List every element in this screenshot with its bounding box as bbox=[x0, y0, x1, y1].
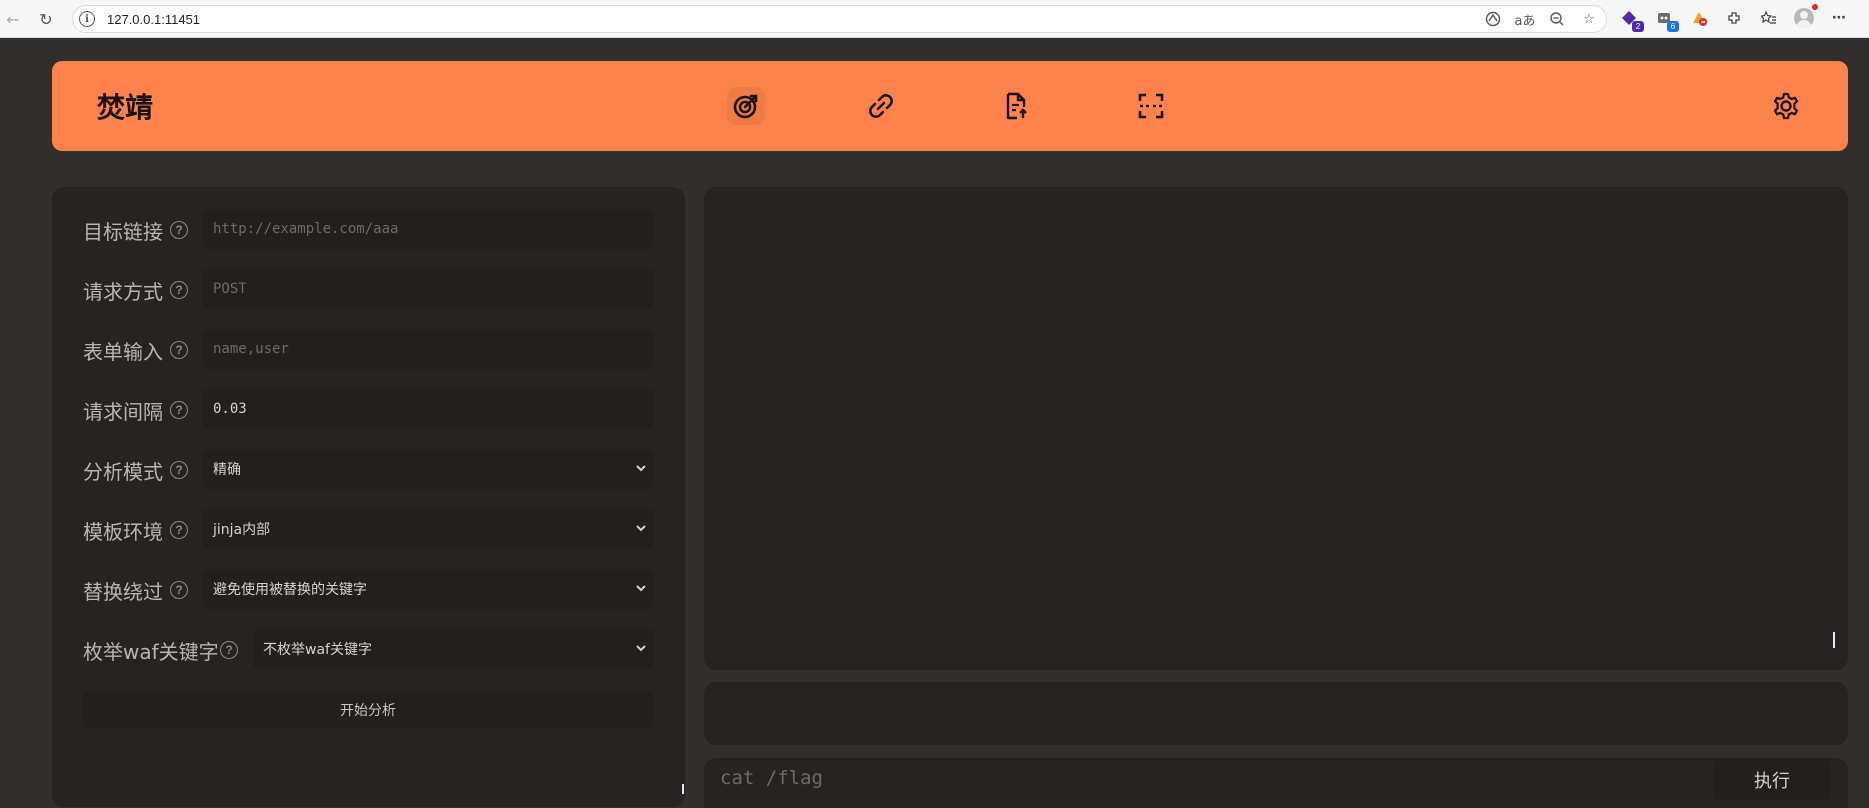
help-icon[interactable]: ? bbox=[170, 401, 188, 419]
read-aloud-icon[interactable]: aあ bbox=[1514, 9, 1536, 29]
chevron-down-icon bbox=[636, 585, 646, 592]
interval-label: 请求间隔 bbox=[83, 400, 163, 424]
waf-keywords-select[interactable]: 不枚举waf关键字 bbox=[253, 629, 653, 669]
brand-title: 焚靖 bbox=[97, 91, 154, 124]
avatar bbox=[1794, 8, 1814, 28]
browser-toolbar: ← ↻ i 127.0.0.1:11451 aあ ☆ 2 6 ⋯ bbox=[0, 0, 1869, 38]
replace-bypass-select[interactable]: 避免使用被替换的关键字 bbox=[203, 569, 653, 609]
extension-blocked-icon[interactable] bbox=[1687, 6, 1711, 30]
address-bar[interactable]: i 127.0.0.1:11451 aあ ☆ bbox=[72, 5, 1607, 33]
replace-bypass-label: 替换绕过 bbox=[83, 580, 163, 604]
text-cursor bbox=[1833, 632, 1835, 648]
help-icon[interactable]: ? bbox=[170, 581, 188, 599]
app-header: 焚靖 bbox=[52, 61, 1848, 151]
notification-dot bbox=[1812, 4, 1818, 10]
method-input[interactable]: POST bbox=[203, 269, 653, 309]
settings-icon[interactable] bbox=[1767, 87, 1805, 125]
extension-badge: 6 bbox=[1667, 21, 1679, 32]
replace-bypass-selected: 避免使用被替换的关键字 bbox=[213, 582, 367, 598]
extension-shield-icon[interactable]: 2 bbox=[1617, 6, 1644, 32]
execute-button[interactable]: 执行 bbox=[1714, 760, 1830, 800]
detect-mode-select[interactable]: 精确 bbox=[203, 449, 653, 489]
target-url-input[interactable]: http://example.com/aaa bbox=[203, 209, 653, 249]
environment-label: 模板环境 bbox=[83, 520, 163, 544]
command-panel: cat /flag 执行 bbox=[704, 758, 1848, 808]
help-icon[interactable]: ? bbox=[170, 221, 188, 239]
analysis-form-panel: 目标链接 ? http://example.com/aaa 请求方式 ? POS… bbox=[52, 187, 685, 807]
waf-keywords-label: 枚举waf关键字 bbox=[83, 640, 219, 664]
extension-robot-icon[interactable]: 6 bbox=[1652, 6, 1679, 32]
environment-selected: jinja内部 bbox=[213, 522, 271, 538]
info-icon[interactable]: i bbox=[79, 11, 95, 27]
help-icon[interactable]: ? bbox=[170, 281, 188, 299]
help-icon[interactable]: ? bbox=[170, 461, 188, 479]
zoom-out-icon[interactable] bbox=[1546, 9, 1568, 29]
crack-target-icon[interactable] bbox=[727, 87, 765, 125]
link-icon[interactable] bbox=[862, 87, 900, 125]
profile-icon[interactable] bbox=[1792, 4, 1818, 30]
help-icon[interactable]: ? bbox=[170, 341, 188, 359]
more-icon[interactable]: ⋯ bbox=[1827, 6, 1851, 30]
detect-mode-selected: 精确 bbox=[213, 462, 241, 478]
favorites-icon[interactable] bbox=[1757, 6, 1781, 30]
target-url-label: 目标链接 bbox=[83, 220, 163, 244]
inputs-label: 表单输入 bbox=[83, 340, 163, 364]
extension-badge: 2 bbox=[1632, 21, 1644, 32]
reload-icon[interactable]: ↻ bbox=[35, 8, 57, 30]
environment-select[interactable]: jinja内部 bbox=[203, 509, 653, 549]
favorite-star-icon[interactable]: ☆ bbox=[1578, 9, 1600, 29]
url-text[interactable]: 127.0.0.1:11451 bbox=[107, 12, 200, 27]
waf-keywords-selected: 不枚举waf关键字 bbox=[263, 642, 372, 658]
file-upload-icon[interactable] bbox=[997, 87, 1035, 125]
copilot-icon[interactable] bbox=[1482, 9, 1504, 29]
chevron-down-icon bbox=[636, 465, 646, 472]
detect-mode-label: 分析模式 bbox=[83, 460, 163, 484]
method-label: 请求方式 bbox=[83, 280, 163, 304]
back-icon[interactable]: ← bbox=[2, 8, 24, 30]
chevron-down-icon bbox=[636, 645, 646, 652]
scan-icon[interactable] bbox=[1132, 87, 1170, 125]
interval-input[interactable]: 0.03 bbox=[203, 389, 653, 429]
help-icon[interactable]: ? bbox=[170, 521, 188, 539]
chevron-down-icon bbox=[636, 525, 646, 532]
output-log-panel[interactable] bbox=[704, 187, 1848, 670]
extension-icon[interactable] bbox=[1722, 6, 1746, 30]
status-panel bbox=[704, 682, 1848, 745]
mouse-cursor bbox=[682, 784, 684, 794]
start-analysis-button[interactable]: 开始分析 bbox=[83, 692, 653, 728]
help-icon[interactable]: ? bbox=[220, 641, 238, 659]
inputs-input[interactable]: name,user bbox=[203, 329, 653, 369]
command-input[interactable]: cat /flag bbox=[720, 767, 823, 789]
